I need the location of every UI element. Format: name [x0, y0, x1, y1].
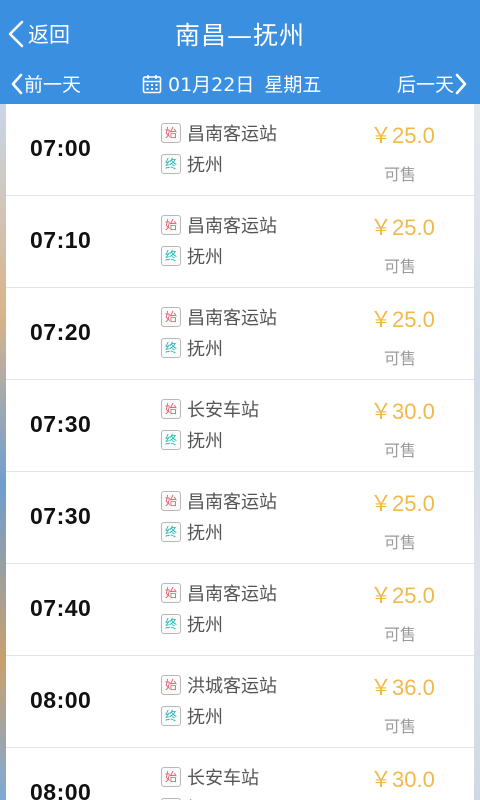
schedule-row[interactable]: 07:40 始 昌南客运站 终 抚州 ￥25.0 可售	[6, 564, 474, 656]
start-stop: 始 昌南客运站	[161, 212, 277, 238]
background-edge-right	[474, 104, 480, 800]
end-stop: 终 抚州	[161, 519, 223, 545]
end-badge: 终	[161, 246, 181, 266]
departure-time: 07:30	[30, 411, 92, 437]
end-station: 抚州	[187, 523, 223, 544]
chevron-left-icon	[11, 73, 23, 94]
ticket-status: 可售	[384, 165, 417, 184]
start-stop: 始 长安车站	[161, 396, 259, 422]
start-stop: 始 昌南客运站	[161, 304, 277, 330]
end-station: 抚州	[187, 431, 223, 452]
ticket-status: 可售	[384, 441, 417, 460]
date-selector[interactable]: 01月22日 星期五	[142, 70, 321, 97]
start-stop: 始 昌南客运站	[161, 580, 277, 606]
end-stop: 终 抚州	[161, 151, 223, 177]
ticket-price: ￥30.0	[370, 767, 435, 792]
schedule-row[interactable]: 07:00 始 昌南客运站 终 抚州 ￥25.0 可售	[6, 104, 474, 196]
prev-day-label: 前一天	[24, 74, 82, 96]
chevron-right-icon	[455, 73, 467, 94]
end-badge: 终	[161, 338, 181, 358]
end-station: 抚州	[187, 247, 223, 268]
start-station: 昌南客运站	[187, 216, 277, 237]
prev-day-button[interactable]: 前一天	[10, 70, 81, 97]
app-header: 返回 南昌—抚州 前一天 01月22日 星期五 后一天	[0, 0, 480, 104]
end-stop: 终 抚州	[161, 243, 223, 269]
ticket-price: ￥25.0	[370, 307, 435, 332]
ticket-status: 可售	[384, 625, 417, 644]
start-station: 长安车站	[187, 768, 259, 789]
start-station: 昌南客运站	[187, 584, 277, 605]
departure-time: 07:30	[30, 503, 92, 529]
schedule-row[interactable]: 07:20 始 昌南客运站 终 抚州 ￥25.0 可售	[6, 288, 474, 380]
next-day-button[interactable]: 后一天	[397, 70, 468, 97]
departure-time: 08:00	[30, 687, 92, 713]
end-station: 抚州	[187, 339, 223, 360]
ticket-status: 可售	[384, 257, 417, 276]
ticket-status: 可售	[384, 349, 417, 368]
start-stop: 始 昌南客运站	[161, 120, 277, 146]
end-badge: 终	[161, 154, 181, 174]
schedule-row[interactable]: 07:10 始 昌南客运站 终 抚州 ￥25.0 可售	[6, 196, 474, 288]
ticket-price: ￥25.0	[370, 123, 435, 148]
end-stop: 终 抚州	[161, 335, 223, 361]
date-bar: 前一天 01月22日 星期五 后一天	[0, 66, 480, 104]
next-day-label: 后一天	[396, 74, 454, 96]
start-station: 昌南客运站	[187, 124, 277, 145]
ticket-price: ￥25.0	[370, 215, 435, 240]
end-station: 抚州	[187, 615, 223, 636]
end-stop: 终 抚州	[161, 611, 223, 637]
end-badge: 终	[161, 430, 181, 450]
end-badge: 终	[161, 706, 181, 726]
start-badge: 始	[161, 583, 181, 603]
ticket-price: ￥25.0	[370, 491, 435, 516]
start-stop: 始 昌南客运站	[161, 488, 277, 514]
schedule-row[interactable]: 08:00 始 洪城客运站 终 抚州 ￥36.0 可售	[6, 656, 474, 748]
departure-time: 07:40	[30, 595, 92, 621]
start-station: 长安车站	[187, 400, 259, 421]
start-badge: 始	[161, 767, 181, 787]
end-stop: 终 抚州	[161, 427, 223, 453]
end-station: 抚州	[187, 155, 223, 176]
ticket-price: ￥25.0	[370, 583, 435, 608]
start-badge: 始	[161, 123, 181, 143]
start-station: 昌南客运站	[187, 492, 277, 513]
title-bar: 返回 南昌—抚州	[0, 0, 480, 66]
ticket-price: ￥30.0	[370, 399, 435, 424]
departure-time: 07:00	[30, 135, 92, 161]
end-badge: 终	[161, 614, 181, 634]
schedule-row[interactable]: 07:30 始 长安车站 终 抚州 ￥30.0 可售	[6, 380, 474, 472]
date-text: 01月22日	[168, 74, 255, 96]
departure-time: 07:10	[30, 227, 92, 253]
start-station: 洪城客运站	[187, 676, 277, 697]
ticket-status: 可售	[384, 533, 417, 552]
end-stop: 终 抚州	[161, 703, 223, 729]
schedule-row[interactable]: 07:30 始 昌南客运站 终 抚州 ￥25.0 可售	[6, 472, 474, 564]
end-station: 抚州	[187, 707, 223, 728]
start-badge: 始	[161, 307, 181, 327]
start-station: 昌南客运站	[187, 308, 277, 329]
start-badge: 始	[161, 491, 181, 511]
schedule-row[interactable]: 08:00 始 长安车站 终 抚州 ￥30.0 可售	[6, 748, 474, 800]
start-badge: 始	[161, 215, 181, 235]
start-stop: 始 长安车站	[161, 764, 259, 790]
start-stop: 始 洪城客运站	[161, 672, 277, 698]
end-badge: 终	[161, 522, 181, 542]
schedule-list: 07:00 始 昌南客运站 终 抚州 ￥25.0 可售 07:10 始 昌南客运…	[6, 104, 474, 800]
departure-time: 08:00	[30, 779, 92, 800]
calendar-icon	[142, 74, 162, 93]
end-station: 抚州	[187, 795, 223, 800]
departure-time: 07:20	[30, 319, 92, 345]
end-stop: 终 抚州	[161, 795, 223, 800]
page-title: 南昌—抚州	[174, 21, 305, 50]
ticket-status: 可售	[384, 717, 417, 736]
start-badge: 始	[161, 675, 181, 695]
ticket-price: ￥36.0	[370, 675, 435, 700]
weekday-text: 星期五	[264, 74, 322, 96]
start-badge: 始	[161, 399, 181, 419]
